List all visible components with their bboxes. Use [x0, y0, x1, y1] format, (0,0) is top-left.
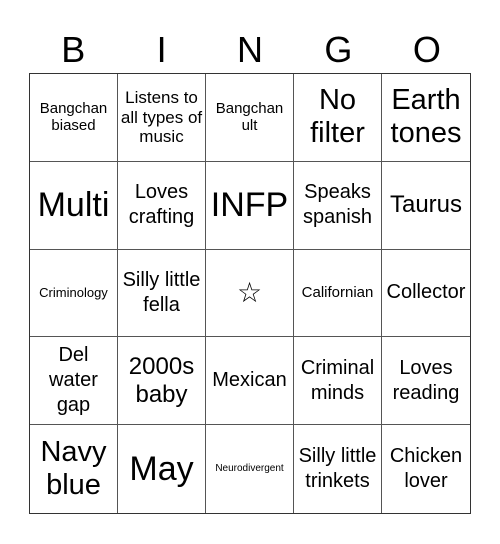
- bingo-cell[interactable]: Earth tones: [382, 74, 470, 162]
- bingo-cell[interactable]: Loves crafting: [118, 161, 206, 250]
- header-letter-i: I: [156, 29, 167, 70]
- bingo-cell[interactable]: Californian: [294, 249, 382, 338]
- bingo-cell[interactable]: Mexican: [206, 337, 294, 426]
- header-letter-o: O: [412, 29, 441, 70]
- bingo-cell[interactable]: Navy blue: [30, 425, 118, 513]
- bingo-cell[interactable]: Multi: [30, 161, 118, 250]
- bingo-cell[interactable]: Collector: [382, 250, 470, 338]
- bingo-cell[interactable]: Neurodivergent: [206, 425, 294, 513]
- bingo-cell[interactable]: Criminal minds: [294, 337, 382, 426]
- bingo-cell[interactable]: INFP: [206, 161, 294, 250]
- bingo-cell[interactable]: Loves reading: [382, 337, 470, 426]
- bingo-cell[interactable]: Speaks spanish: [294, 161, 382, 250]
- bingo-cell[interactable]: Bangchan biased: [30, 74, 118, 162]
- bingo-cell[interactable]: 2000s baby: [118, 337, 206, 426]
- header-letter-n: N: [237, 29, 264, 70]
- bingo-cell[interactable]: No filter: [294, 74, 382, 162]
- bingo-cell[interactable]: Criminology: [30, 249, 118, 338]
- header-letter-g: G: [324, 29, 353, 70]
- bingo-cell[interactable]: Chicken lover: [382, 425, 470, 513]
- bingo-cell[interactable]: May: [118, 425, 206, 513]
- bingo-cell[interactable]: Del water gap: [30, 337, 118, 426]
- bingo-cell[interactable]: Silly little trinkets: [294, 425, 382, 513]
- bingo-cell[interactable]: Silly little fella: [118, 249, 206, 338]
- bingo-cell[interactable]: Taurus: [382, 162, 470, 250]
- bingo-header: B I N G O: [29, 30, 471, 70]
- bingo-cell[interactable]: Listens to all types of music: [118, 74, 206, 162]
- bingo-grid: Bangchan biased Listens to all types of m…: [29, 73, 471, 514]
- bingo-cell[interactable]: Bangchan ult: [206, 74, 294, 162]
- header-letter-b: B: [61, 29, 86, 70]
- free-space-star-icon[interactable]: ☆: [206, 249, 294, 338]
